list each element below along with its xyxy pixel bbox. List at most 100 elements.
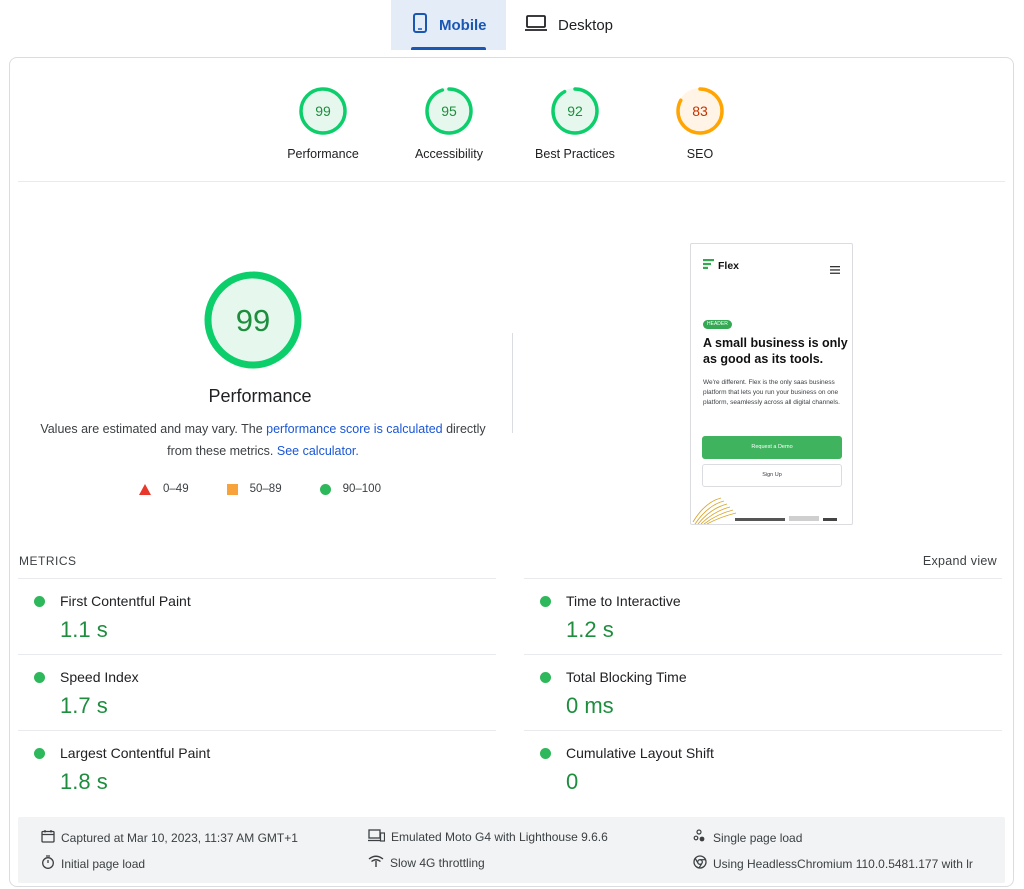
performance-title: Performance [208,386,312,406]
metric-value: 1.8 s [60,769,108,794]
hamburger-menu-icon [830,261,840,279]
browser-info-text: Using HeadlessChromium 110.0.5481.177 wi… [713,856,973,871]
legend-average: 50–89 [226,483,282,495]
network-throttling: Slow 4G throttling [368,855,485,870]
legend-pass: 90–100 [319,483,381,495]
flex-logo-icon [703,259,714,272]
metric-total-blocking-time: Total Blocking Time 0 ms [524,654,1002,730]
category-label: Best Practices [535,147,615,161]
initial-page-load-text: Initial page load [61,856,146,871]
captured-at: Captured at Mar 10, 2023, 11:37 AM GMT+1 [41,829,298,846]
laptop-icon [524,14,548,36]
triangle-icon [139,483,152,495]
preview-logo: Flex [703,259,739,272]
metric-first-contentful-paint: First Contentful Paint 1.1 s [18,578,496,654]
performance-main-score: 99 [236,303,270,338]
legend-fail: 0–49 [139,483,189,495]
metric-value: 1.7 s [60,693,108,718]
preview-paragraph: We're different. Flex is the only saas b… [703,379,840,406]
performance-score: 99 [315,103,331,119]
preview-badge: HEADER [703,320,732,329]
score-legend: 0–49 50–89 90–100 [10,483,510,495]
accessibility-gauge: 95 [425,87,473,135]
performance-description: Values are estimated and may vary. The p… [30,418,496,462]
metric-label: First Contentful Paint [60,593,191,609]
square-icon [226,483,238,495]
expand-view-toggle[interactable]: Expand view [923,554,997,568]
desc-text: Values are estimated and may vary. The [40,422,267,436]
emulated-device: Emulated Moto G4 with Lighthouse 9.6.6 [368,829,608,845]
category-label: SEO [686,147,714,161]
metric-label: Total Blocking Time [566,669,687,685]
best-practices-score: 92 [567,103,583,119]
tab-desktop[interactable]: Desktop [512,0,632,50]
single-page-load-text: Single page load [713,830,803,845]
metric-value: 0 ms [566,693,614,718]
performance-main-gauge: 99 [204,271,302,369]
category-performance[interactable]: 99 Performance [263,85,383,161]
metric-speed-index: Speed Index 1.7 s [18,654,496,730]
pass-circle-icon [34,596,45,607]
active-tab-indicator [411,47,486,50]
preview-heading: A small business is only as good as its … [703,336,848,366]
single-page-load: Single page load [693,829,802,846]
device-tabs: Mobile Desktop [0,0,1024,50]
calendar-icon [41,829,55,846]
initial-page-load: Initial page load [41,855,145,872]
circle-icon [319,483,331,495]
people-icon [693,829,707,846]
preview-logo-text: Flex [718,259,740,272]
accessibility-score: 95 [441,103,457,119]
performance-gauge: 99 [299,87,347,135]
pass-circle-icon [34,672,45,683]
score-calculated-link[interactable]: performance score is calculated [266,422,442,436]
browser-info: Using HeadlessChromium 110.0.5481.177 wi… [693,855,973,872]
preview-sign-up-button: Sign Up [702,464,842,487]
metric-time-to-interactive: Time to Interactive 1.2 s [524,578,1002,654]
smartphone-icon [413,13,427,37]
seo-score: 83 [692,103,708,119]
preview-request-demo-button: Request a Demo [702,436,842,459]
metric-label: Speed Index [60,669,139,685]
metric-value: 1.2 s [566,617,614,642]
best-practices-gauge: 92 [551,87,599,135]
network-throttling-text: Slow 4G throttling [390,855,485,870]
divider [18,181,1005,182]
category-label: Performance [287,147,359,161]
metrics-header: METRICS [19,554,77,568]
seo-gauge: 83 [676,87,724,135]
legend-fail-label: 0–49 [163,483,189,495]
pass-circle-icon [540,596,551,607]
tab-mobile-label: Mobile [439,16,487,34]
legend-average-label: 50–89 [249,483,282,495]
vertical-divider [512,333,513,433]
metric-label: Largest Contentful Paint [60,745,211,761]
category-accessibility[interactable]: 95 Accessibility [389,85,509,161]
chrome-icon [693,855,707,872]
category-label: Accessibility [414,147,484,161]
category-seo[interactable]: 83 SEO [640,85,760,161]
metric-value: 1.1 s [60,617,108,642]
devices-icon [368,829,386,845]
see-calculator-link[interactable]: See calculator. [277,444,359,458]
metric-cumulative-layout-shift: Cumulative Layout Shift 0 [524,730,1002,806]
report-card: 99 Performance 95 Accessibility 92 Best … [9,57,1014,887]
pass-circle-icon [540,672,551,683]
tab-mobile[interactable]: Mobile [391,0,506,50]
tab-desktop-label: Desktop [558,16,614,34]
captured-at-text: Captured at Mar 10, 2023, 11:37 AM GMT+1 [61,830,298,845]
final-screenshot[interactable]: Flex HEADER A small business is only as … [690,243,853,525]
wifi-icon [368,855,384,870]
pass-circle-icon [34,748,45,759]
metric-label: Cumulative Layout Shift [566,745,714,761]
pass-circle-icon [540,748,551,759]
legend-pass-label: 90–100 [342,483,381,495]
runtime-settings: Captured at Mar 10, 2023, 11:37 AM GMT+1… [18,817,1005,883]
category-best-practices[interactable]: 92 Best Practices [515,85,635,161]
emulated-device-text: Emulated Moto G4 with Lighthouse 9.6.6 [391,830,608,844]
metric-largest-contentful-paint: Largest Contentful Paint 1.8 s [18,730,496,806]
stopwatch-icon [41,855,55,872]
metric-value: 0 [566,769,579,794]
preview-decorative-art [692,497,837,524]
metric-label: Time to Interactive [566,593,681,609]
